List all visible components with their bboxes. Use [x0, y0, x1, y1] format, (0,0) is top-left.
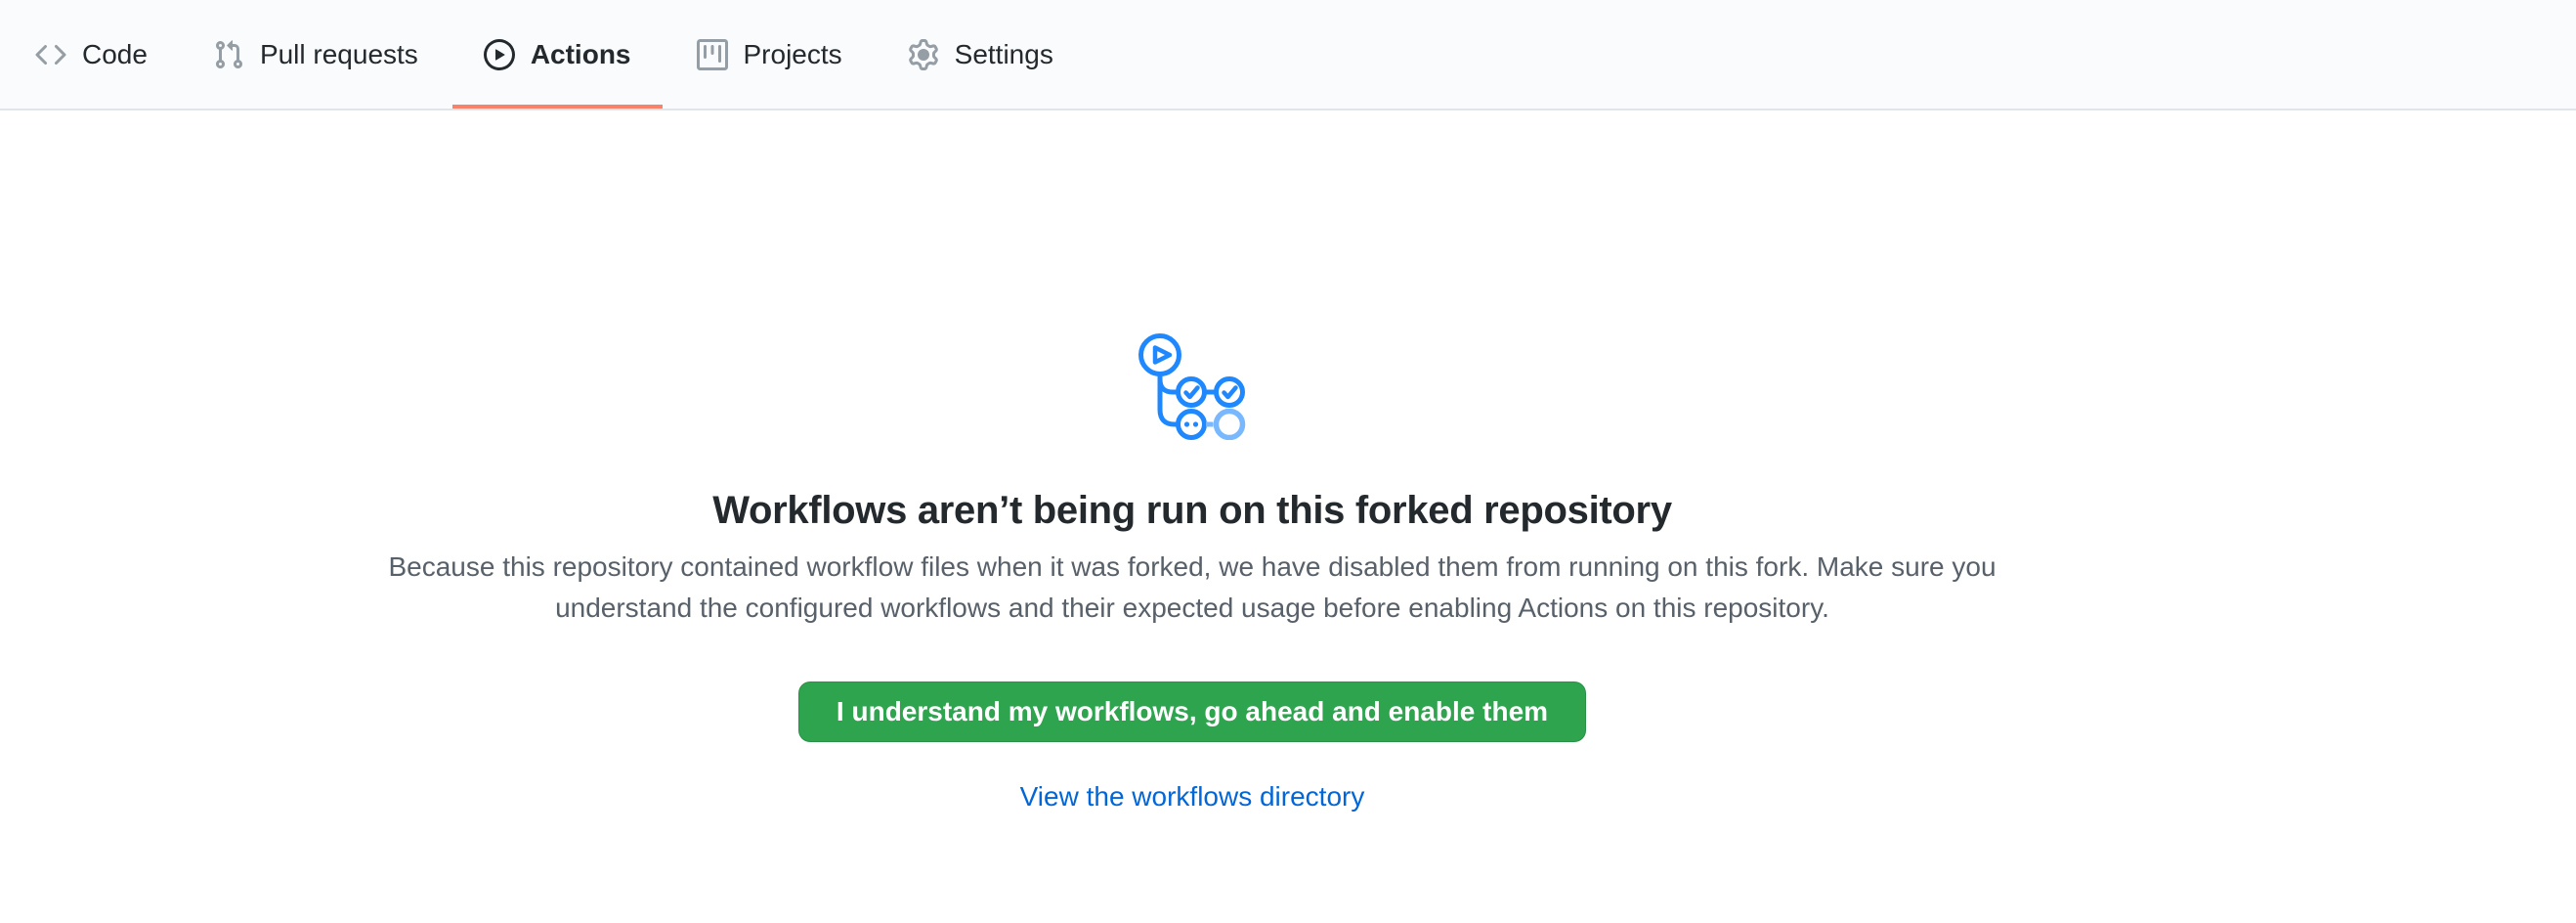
code-icon	[35, 39, 66, 70]
gear-icon	[908, 39, 939, 70]
git-pull-request-icon	[213, 39, 244, 70]
tab-label: Actions	[531, 41, 631, 68]
blankslate-heading: Workflows aren’t being run on this forke…	[0, 489, 2384, 533]
view-workflows-directory-link[interactable]: View the workflows directory	[1020, 781, 1365, 812]
enable-workflows-button[interactable]: I understand my workflows, go ahead and …	[798, 681, 1586, 742]
play-circle-icon	[484, 39, 515, 70]
project-icon	[697, 39, 728, 70]
actions-disabled-blankslate: Workflows aren’t being run on this forke…	[0, 110, 2384, 813]
blankslate-description: Because this repository contained workfl…	[386, 547, 1998, 629]
tab-label: Pull requests	[260, 41, 418, 68]
repo-underline-nav: Code Pull requests Actions Projects Sett…	[0, 0, 2576, 110]
tab-projects[interactable]: Projects	[665, 0, 874, 109]
tab-code[interactable]: Code	[4, 0, 179, 109]
tab-pull-requests[interactable]: Pull requests	[182, 0, 450, 109]
main-content: Workflows aren’t being run on this forke…	[0, 110, 2384, 813]
tab-label: Code	[82, 41, 148, 68]
tab-label: Settings	[955, 41, 1053, 68]
tab-label: Projects	[744, 41, 842, 68]
workflow-graph-icon	[1138, 330, 1247, 440]
link-row: View the workflows directory	[0, 781, 2384, 813]
tab-settings[interactable]: Settings	[877, 0, 1085, 109]
tab-actions[interactable]: Actions	[452, 0, 663, 109]
